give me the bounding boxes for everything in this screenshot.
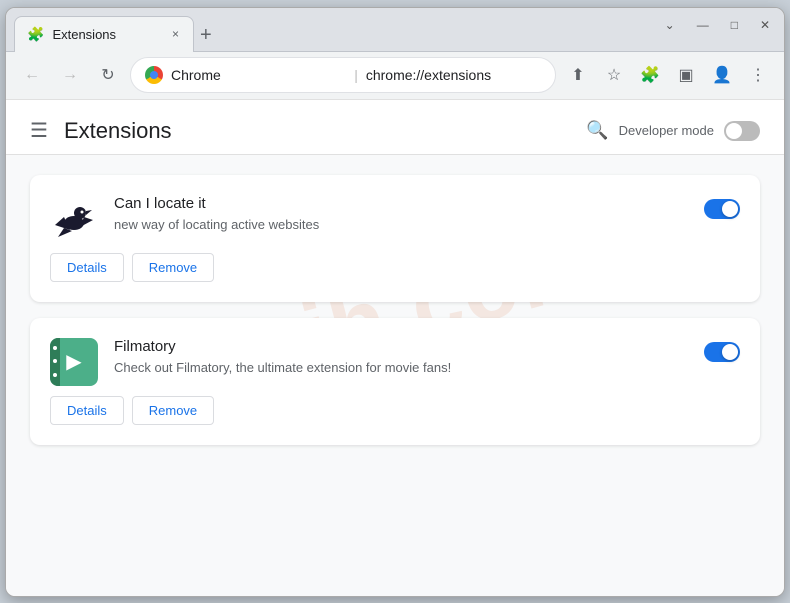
page-content: ☰ Extensions 🔍 Developer mode 🔍 riajh.co… bbox=[6, 100, 784, 596]
header-left: ☰ Extensions bbox=[30, 118, 172, 144]
filmatory-icon-strip bbox=[50, 338, 60, 386]
back-button[interactable]: ← bbox=[16, 59, 48, 91]
address-url: chrome://extensions bbox=[366, 67, 541, 83]
page-title: Extensions bbox=[64, 118, 172, 144]
menu-icon-button[interactable]: ⋮ bbox=[742, 59, 774, 91]
active-tab: 🧩 Extensions × bbox=[14, 16, 194, 52]
tab-title: Extensions bbox=[52, 27, 162, 42]
filmatory-info: Filmatory Check out Filmatory, the ultim… bbox=[114, 338, 688, 377]
filmatory-name: Filmatory bbox=[114, 338, 688, 355]
profile-icon-button[interactable]: 👤 bbox=[706, 59, 738, 91]
refresh-button[interactable]: ↻ bbox=[92, 59, 124, 91]
filmatory-icon-shape bbox=[50, 338, 98, 386]
can-locate-it-actions: Details Remove bbox=[50, 253, 740, 282]
maximize-button[interactable]: □ bbox=[727, 16, 742, 34]
card-top-filmatory: Filmatory Check out Filmatory, the ultim… bbox=[50, 338, 740, 386]
can-locate-it-name: Can I locate it bbox=[114, 195, 688, 212]
can-locate-it-remove-button[interactable]: Remove bbox=[132, 253, 214, 282]
tab-close-button[interactable]: × bbox=[170, 25, 181, 43]
extension-card-filmatory: Filmatory Check out Filmatory, the ultim… bbox=[30, 318, 760, 445]
extensions-list: 🔍 riajh.com bbox=[6, 155, 784, 465]
chrome-label: Chrome bbox=[171, 67, 346, 83]
search-icon-button[interactable]: 🔍 bbox=[586, 120, 608, 141]
can-locate-it-description: new way of locating active websites bbox=[114, 216, 688, 234]
filmatory-details-button[interactable]: Details bbox=[50, 396, 124, 425]
developer-mode-label: Developer mode bbox=[619, 123, 714, 138]
tab-grid-icon-button[interactable]: ▣ bbox=[670, 59, 702, 91]
strip-dot bbox=[53, 359, 57, 363]
card-top: Can I locate it new way of locating acti… bbox=[50, 195, 740, 243]
share-icon-button[interactable]: ⬆ bbox=[562, 59, 594, 91]
developer-mode-toggle[interactable] bbox=[724, 121, 760, 141]
browser-window: 🧩 Extensions × + ⌄ — □ ✕ ← → ↻ Chrome | … bbox=[5, 7, 785, 597]
filmatory-actions: Details Remove bbox=[50, 396, 740, 425]
strip-dot bbox=[53, 346, 57, 350]
extensions-header: ☰ Extensions 🔍 Developer mode bbox=[6, 100, 784, 155]
dropdown-icon[interactable]: ⌄ bbox=[661, 16, 679, 34]
chrome-logo-icon bbox=[145, 66, 163, 84]
address-separator: | bbox=[354, 67, 358, 83]
can-locate-it-info: Can I locate it new way of locating acti… bbox=[114, 195, 688, 234]
filmatory-description: Check out Filmatory, the ultimate extens… bbox=[114, 359, 688, 377]
header-right: 🔍 Developer mode bbox=[586, 120, 760, 141]
filmatory-toggle[interactable] bbox=[704, 342, 740, 362]
can-locate-it-icon bbox=[50, 195, 98, 243]
title-bar: 🧩 Extensions × + ⌄ — □ ✕ bbox=[6, 8, 784, 52]
new-tab-button[interactable]: + bbox=[200, 24, 212, 47]
minimize-button[interactable]: — bbox=[693, 16, 713, 34]
forward-button[interactable]: → bbox=[54, 59, 86, 91]
strip-dot bbox=[53, 373, 57, 377]
filmatory-remove-button[interactable]: Remove bbox=[132, 396, 214, 425]
can-locate-it-toggle[interactable] bbox=[704, 199, 740, 219]
extension-card-can-locate-it: Can I locate it new way of locating acti… bbox=[30, 175, 760, 302]
close-button[interactable]: ✕ bbox=[756, 16, 774, 34]
can-locate-it-details-button[interactable]: Details bbox=[50, 253, 124, 282]
browser-toolbar: ← → ↻ Chrome | chrome://extensions ⬆ ☆ 🧩… bbox=[6, 52, 784, 100]
window-controls: ⌄ — □ ✕ bbox=[661, 16, 774, 34]
toolbar-actions: ⬆ ☆ 🧩 ▣ 👤 ⋮ bbox=[562, 59, 774, 91]
sidebar-menu-icon[interactable]: ☰ bbox=[30, 118, 48, 143]
bookmark-icon-button[interactable]: ☆ bbox=[598, 59, 630, 91]
tab-extension-icon: 🧩 bbox=[27, 26, 44, 43]
address-bar[interactable]: Chrome | chrome://extensions bbox=[130, 57, 556, 93]
extensions-icon-button[interactable]: 🧩 bbox=[634, 59, 666, 91]
filmatory-icon bbox=[50, 338, 98, 386]
